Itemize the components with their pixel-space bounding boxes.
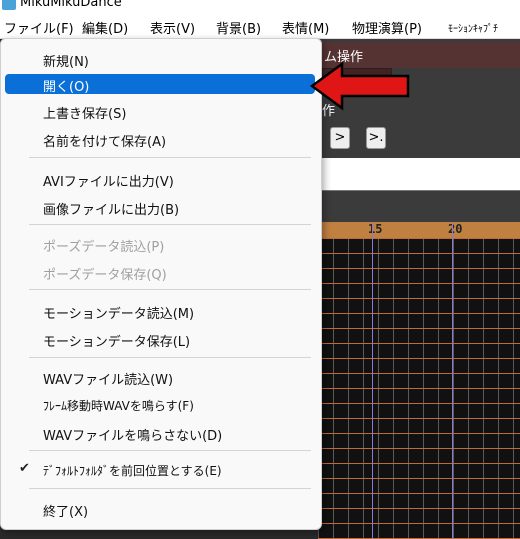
menu-item-load-pose: ポーズデータ読込(P)	[5, 232, 315, 256]
menu-separator	[29, 450, 311, 451]
app-icon	[2, 0, 16, 10]
menu-item-label: 新規(N)	[43, 55, 89, 70]
menu-file[interactable]: ファイル(F)	[4, 18, 74, 37]
red-arrow-icon	[309, 61, 410, 111]
menu-item-open[interactable]: 開く(O)	[5, 74, 315, 95]
menu-item-label: WAVファイルを鳴らさない(D)	[43, 429, 223, 444]
menu-item-default-folder[interactable]: ✔ ﾃﾞﾌｫﾙﾄﾌｫﾙﾀﾞを前回位置とする(E)	[5, 458, 315, 482]
timeline-marker-line	[452, 222, 453, 539]
menu-separator	[29, 224, 311, 225]
menu-item-label: ﾃﾞﾌｫﾙﾄﾌｫﾙﾀﾞを前回位置とする(E)	[43, 464, 222, 478]
next-key-button[interactable]: >.	[366, 127, 386, 149]
menu-item-label: モーションデータ読込(M)	[43, 307, 195, 322]
menu-expression[interactable]: 表情(M)	[282, 18, 329, 37]
menu-item-new[interactable]: 新規(N)	[5, 47, 315, 71]
menu-item-export-avi[interactable]: AVIファイルに出力(V)	[5, 167, 315, 191]
menu-item-label: 名前を付けて保存(A)	[43, 135, 167, 150]
checkmark-icon: ✔	[19, 461, 30, 476]
next-frame-button[interactable]: >	[330, 127, 350, 149]
menu-item-save-as[interactable]: 名前を付けて保存(A)	[5, 127, 315, 151]
menu-view[interactable]: 表示(V)	[150, 18, 195, 37]
timeline-grid[interactable]	[318, 238, 520, 539]
menu-physics[interactable]: 物理演算(P)	[352, 18, 422, 37]
menu-item-save-pose: ポーズデータ保存(Q)	[5, 260, 315, 284]
menu-separator	[29, 289, 311, 290]
menu-item-label: ポーズデータ保存(Q)	[43, 268, 167, 283]
menu-item-label: 終了(X)	[43, 505, 89, 520]
menu-motion-capture[interactable]: ﾓｰｼｮﾝｷｬﾌﾟﾁ	[448, 20, 498, 35]
menu-item-save[interactable]: 上書き保存(S)	[5, 99, 315, 123]
timeline-tick-20: 20	[448, 222, 463, 236]
menu-item-label: 上書き保存(S)	[43, 107, 127, 122]
menu-item-label: AVIファイルに出力(V)	[43, 175, 174, 190]
menu-item-save-motion[interactable]: モーションデータ保存(L)	[5, 327, 315, 351]
bg-input-strip	[318, 158, 520, 191]
menu-background[interactable]: 背景(B)	[216, 18, 261, 37]
file-menu-dropdown: 新規(N) 開く(O) 上書き保存(S) 名前を付けて保存(A) AVIファイル…	[0, 38, 322, 530]
menu-item-label: モーションデータ保存(L)	[43, 335, 191, 350]
menu-item-export-image[interactable]: 画像ファイルに出力(B)	[5, 195, 315, 219]
menu-separator	[29, 157, 311, 158]
menu-item-exit[interactable]: 終了(X)	[5, 497, 315, 521]
menu-item-label: ポーズデータ読込(P)	[43, 240, 165, 255]
menu-item-load-wav[interactable]: WAVファイル読込(W)	[5, 365, 315, 389]
menu-item-load-motion[interactable]: モーションデータ読込(M)	[5, 299, 315, 323]
menu-item-label: ﾌﾚｰﾑ移動時WAVを鳴らす(F)	[43, 399, 194, 413]
timeline-marker-line	[372, 222, 373, 539]
menu-bar: ファイル(F) 編集(D) 表示(V) 背景(B) 表情(M) 物理演算(P) …	[0, 12, 520, 39]
window-title: MikuMikuDance	[20, 0, 122, 10]
menu-item-label: WAVファイル読込(W)	[43, 373, 174, 388]
timeline-tick-15: 15	[368, 222, 383, 236]
menu-item-label: 画像ファイルに出力(B)	[43, 203, 180, 218]
menu-item-play-wav-on-move[interactable]: ﾌﾚｰﾑ移動時WAVを鳴らす(F)	[5, 393, 315, 417]
menu-edit[interactable]: 編集(D)	[82, 18, 128, 37]
menu-item-mute-wav[interactable]: WAVファイルを鳴らさない(D)	[5, 421, 315, 445]
menu-item-label: 開く(O)	[43, 80, 90, 95]
title-bar: MikuMikuDance	[0, 0, 520, 12]
timeline-header: 15 20	[318, 222, 520, 238]
menu-separator	[29, 488, 311, 489]
menu-separator	[29, 357, 311, 358]
